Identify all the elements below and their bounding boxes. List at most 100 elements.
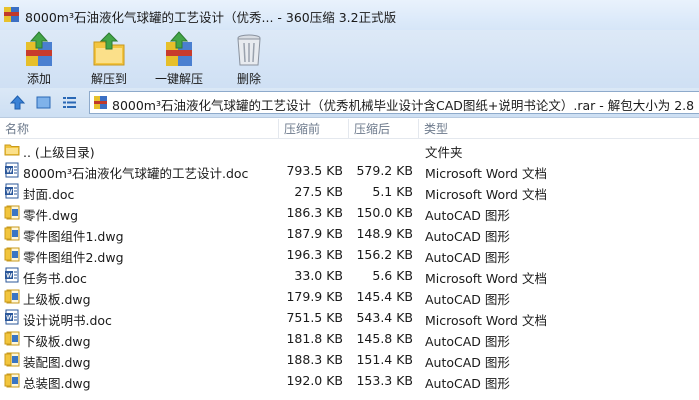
dwg-icon <box>4 372 20 388</box>
extract-to-label: 解压到 <box>90 72 127 86</box>
file-packed-size: 150.0 KB <box>356 205 413 220</box>
file-type: Microsoft Word 文档 <box>425 187 547 202</box>
dwg-icon <box>4 246 20 262</box>
file-name: 任务书.doc <box>23 271 87 286</box>
address-path-field[interactable]: 8000m³石油液化气球罐的工艺设计（优秀机械毕业设计含CAD图纸+说明书论文）… <box>89 91 699 114</box>
file-size: 192.0 KB <box>286 373 343 388</box>
file-row[interactable]: W 设计说明书.doc 751.5 KB 543.4 KB Microsoft Word… <box>0 307 699 328</box>
dwg-icon <box>4 288 20 304</box>
file-type: AutoCAD 图形 <box>425 250 510 265</box>
file-name: 零件.dwg <box>23 208 79 223</box>
file-packed-size: 151.4 KB <box>356 352 413 367</box>
large-icon-view-icon[interactable] <box>35 94 52 111</box>
list-view-icon[interactable] <box>61 94 78 111</box>
file-type: AutoCAD 图形 <box>425 355 510 370</box>
file-list: .. (上级目录) 文件夹 W 8000m³石油液化气球罐的工艺设计.doc 793.5… <box>0 139 699 400</box>
extract-to-button[interactable]: 解压到 <box>80 30 138 88</box>
file-name: 下级板.dwg <box>23 334 91 349</box>
file-row[interactable]: 总装图.dwg 192.0 KB 153.3 KB AutoCAD 图形 <box>0 370 699 391</box>
file-packed-size: 579.2 KB <box>356 163 413 178</box>
file-type: AutoCAD 图形 <box>425 292 510 307</box>
folder-icon <box>4 141 20 157</box>
file-type: 文件夹 <box>425 145 463 160</box>
up-arrow-icon[interactable] <box>9 94 26 111</box>
window-title: 8000m³石油液化气球罐的工艺设计（优秀... - 360压缩 3.2正式版 <box>25 10 397 25</box>
file-size: 186.3 KB <box>286 205 343 220</box>
dwg-icon <box>4 330 20 346</box>
trash-icon <box>237 34 261 66</box>
file-packed-size: 145.4 KB <box>356 289 413 304</box>
dwg-icon <box>4 351 20 367</box>
file-packed-size: 5.1 KB <box>372 184 413 199</box>
file-row[interactable]: 上级板.dwg 179.9 KB 145.4 KB AutoCAD 图形 <box>0 286 699 307</box>
file-type: AutoCAD 图形 <box>425 376 510 391</box>
file-type: Microsoft Word 文档 <box>425 313 547 328</box>
file-size: 33.0 KB <box>294 268 343 283</box>
file-size: 196.3 KB <box>286 247 343 262</box>
svg-text:W: W <box>6 315 13 322</box>
word-doc-icon: W <box>4 183 20 199</box>
file-type: AutoCAD 图形 <box>425 229 510 244</box>
file-packed-size: 145.8 KB <box>356 331 413 346</box>
file-name: 设计说明书.doc <box>23 313 112 328</box>
file-type: AutoCAD 图形 <box>425 208 510 223</box>
dwg-icon <box>4 204 20 220</box>
toolbar: 添加 解压到 一键解压 删除 <box>0 30 699 88</box>
file-size: 27.5 KB <box>294 184 343 199</box>
word-doc-icon: W <box>4 267 20 283</box>
file-row[interactable]: 零件.dwg 186.3 KB 150.0 KB AutoCAD 图形 <box>0 202 699 223</box>
file-packed-size: 543.4 KB <box>356 310 413 325</box>
file-row[interactable]: .. (上级目录) 文件夹 <box>0 139 699 160</box>
one-click-extract-label: 一键解压 <box>154 72 203 86</box>
dwg-icon <box>4 225 20 241</box>
svg-text:W: W <box>6 189 13 196</box>
delete-label: 删除 <box>236 72 261 86</box>
file-row[interactable]: W 任务书.doc 33.0 KB 5.6 KB Microsoft Word 文档 <box>0 265 699 286</box>
column-header-name[interactable]: 名称 <box>0 119 279 139</box>
column-header-size[interactable]: 压缩前 <box>279 119 349 139</box>
add-button-label: 添加 <box>26 72 51 86</box>
file-name: 上级板.dwg <box>23 292 91 307</box>
file-row[interactable]: W 封面.doc 27.5 KB 5.1 KB Microsoft Word 文档 <box>0 181 699 202</box>
word-doc-icon: W <box>4 162 20 178</box>
add-archive-icon <box>26 31 52 66</box>
title-bar: 8000m³石油液化气球罐的工艺设计（优秀... - 360压缩 3.2正式版 <box>0 0 699 30</box>
file-name: 8000m³石油液化气球罐的工艺设计.doc <box>23 166 249 181</box>
file-row[interactable]: 下级板.dwg 181.8 KB 145.8 KB AutoCAD 图形 <box>0 328 699 349</box>
file-type: AutoCAD 图形 <box>425 334 510 349</box>
file-row[interactable]: 零件图组件2.dwg 196.3 KB 156.2 KB AutoCAD 图形 <box>0 244 699 265</box>
svg-text:W: W <box>6 273 13 280</box>
file-packed-size: 5.6 KB <box>372 268 413 283</box>
rar-archive-icon <box>94 96 107 109</box>
file-name: .. (上级目录) <box>23 145 95 160</box>
archive-app-icon <box>4 7 19 22</box>
add-button[interactable]: 添加 <box>10 30 68 88</box>
svg-text:W: W <box>6 168 13 175</box>
address-path-text: 8000m³石油液化气球罐的工艺设计（优秀机械毕业设计含CAD图纸+说明书论文）… <box>112 98 699 113</box>
file-name: 总装图.dwg <box>23 376 91 391</box>
file-row[interactable]: 零件图组件1.dwg 187.9 KB 148.9 KB AutoCAD 图形 <box>0 223 699 244</box>
file-packed-size: 153.3 KB <box>356 373 413 388</box>
file-name: 装配图.dwg <box>23 355 91 370</box>
file-size: 181.8 KB <box>286 331 343 346</box>
one-click-extract-button[interactable]: 一键解压 <box>150 30 208 88</box>
file-size: 187.9 KB <box>286 226 343 241</box>
file-packed-size: 156.2 KB <box>356 247 413 262</box>
file-row[interactable]: W 8000m³石油液化气球罐的工艺设计.doc 793.5 KB 579.2 KB M… <box>0 160 699 181</box>
file-packed-size: 148.9 KB <box>356 226 413 241</box>
column-header-packed[interactable]: 压缩后 <box>349 119 419 139</box>
file-type: Microsoft Word 文档 <box>425 166 547 181</box>
extract-folder-icon <box>93 32 125 66</box>
file-size: 188.3 KB <box>286 352 343 367</box>
file-name: 零件图组件2.dwg <box>23 250 124 265</box>
one-click-extract-icon <box>166 31 192 66</box>
file-name: 零件图组件1.dwg <box>23 229 124 244</box>
column-header-row: 名称 压缩前 压缩后 类型 <box>0 119 699 139</box>
delete-button[interactable]: 删除 <box>220 30 278 88</box>
file-size: 751.5 KB <box>286 310 343 325</box>
column-header-type[interactable]: 类型 <box>419 119 699 139</box>
word-doc-icon: W <box>4 309 20 325</box>
address-bar: 8000m³石油液化气球罐的工艺设计（优秀机械毕业设计含CAD图纸+说明书论文）… <box>0 88 699 118</box>
file-row[interactable]: 装配图.dwg 188.3 KB 151.4 KB AutoCAD 图形 <box>0 349 699 370</box>
file-type: Microsoft Word 文档 <box>425 271 547 286</box>
